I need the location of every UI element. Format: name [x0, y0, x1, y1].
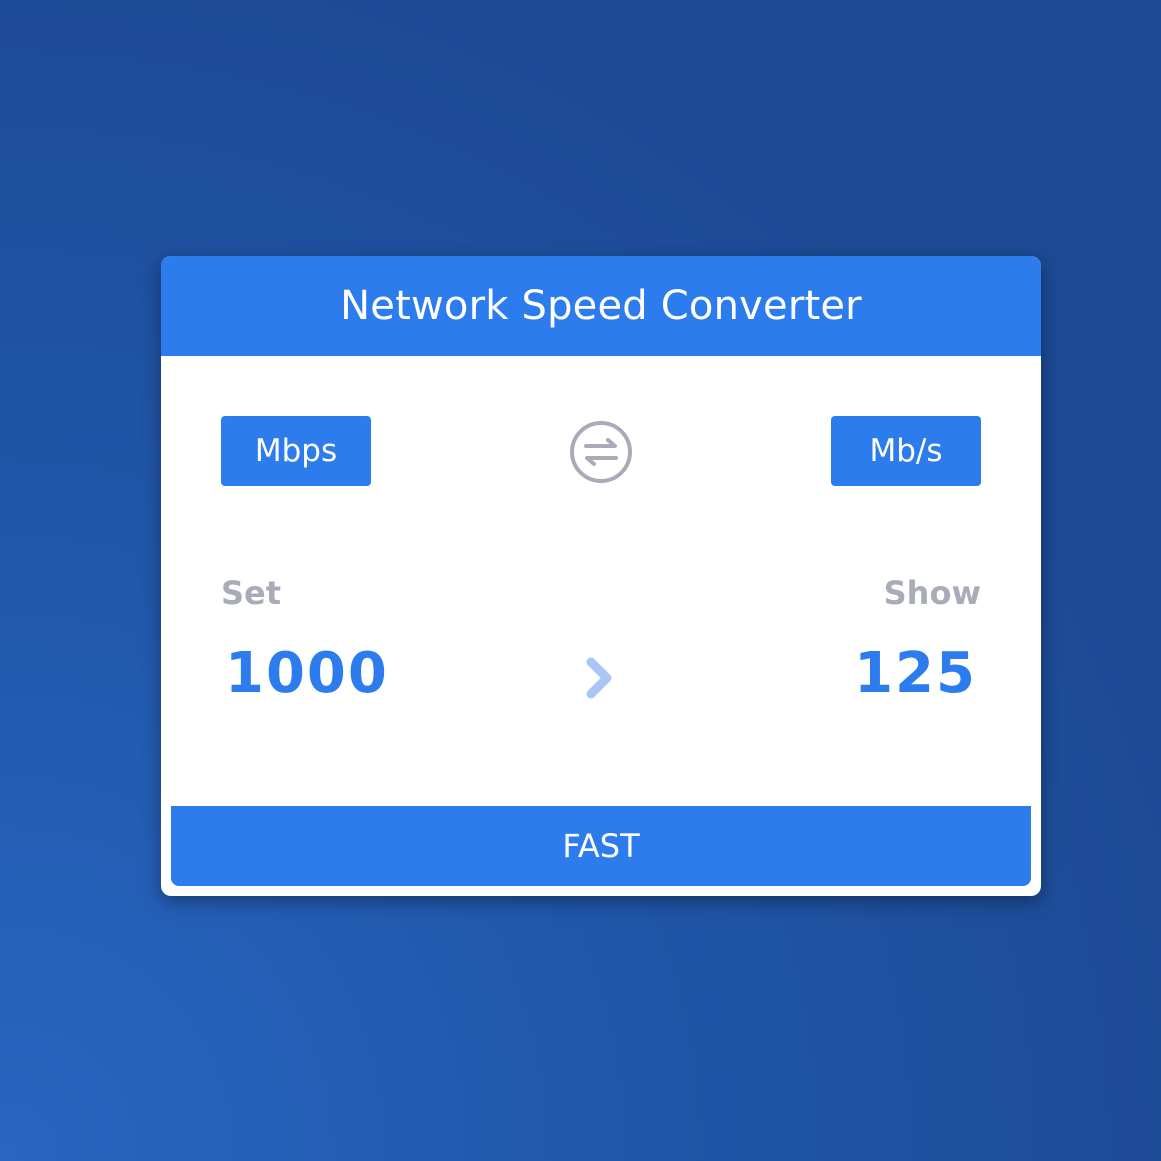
- to-unit-button[interactable]: Mb/s: [831, 416, 981, 486]
- converter-card: Network Speed Converter Mbps Mb/s Set Sh…: [161, 256, 1041, 896]
- swap-icon[interactable]: [569, 420, 633, 484]
- set-label: Set: [221, 574, 282, 612]
- page-title: Network Speed Converter: [340, 283, 862, 329]
- card-header: Network Speed Converter: [161, 256, 1041, 356]
- show-label: Show: [883, 574, 981, 612]
- show-value: 125: [854, 641, 977, 706]
- set-value[interactable]: 1000: [225, 641, 389, 706]
- chevron-right-icon: [583, 656, 619, 700]
- fast-button[interactable]: FAST: [171, 806, 1031, 886]
- from-unit-button[interactable]: Mbps: [221, 416, 371, 486]
